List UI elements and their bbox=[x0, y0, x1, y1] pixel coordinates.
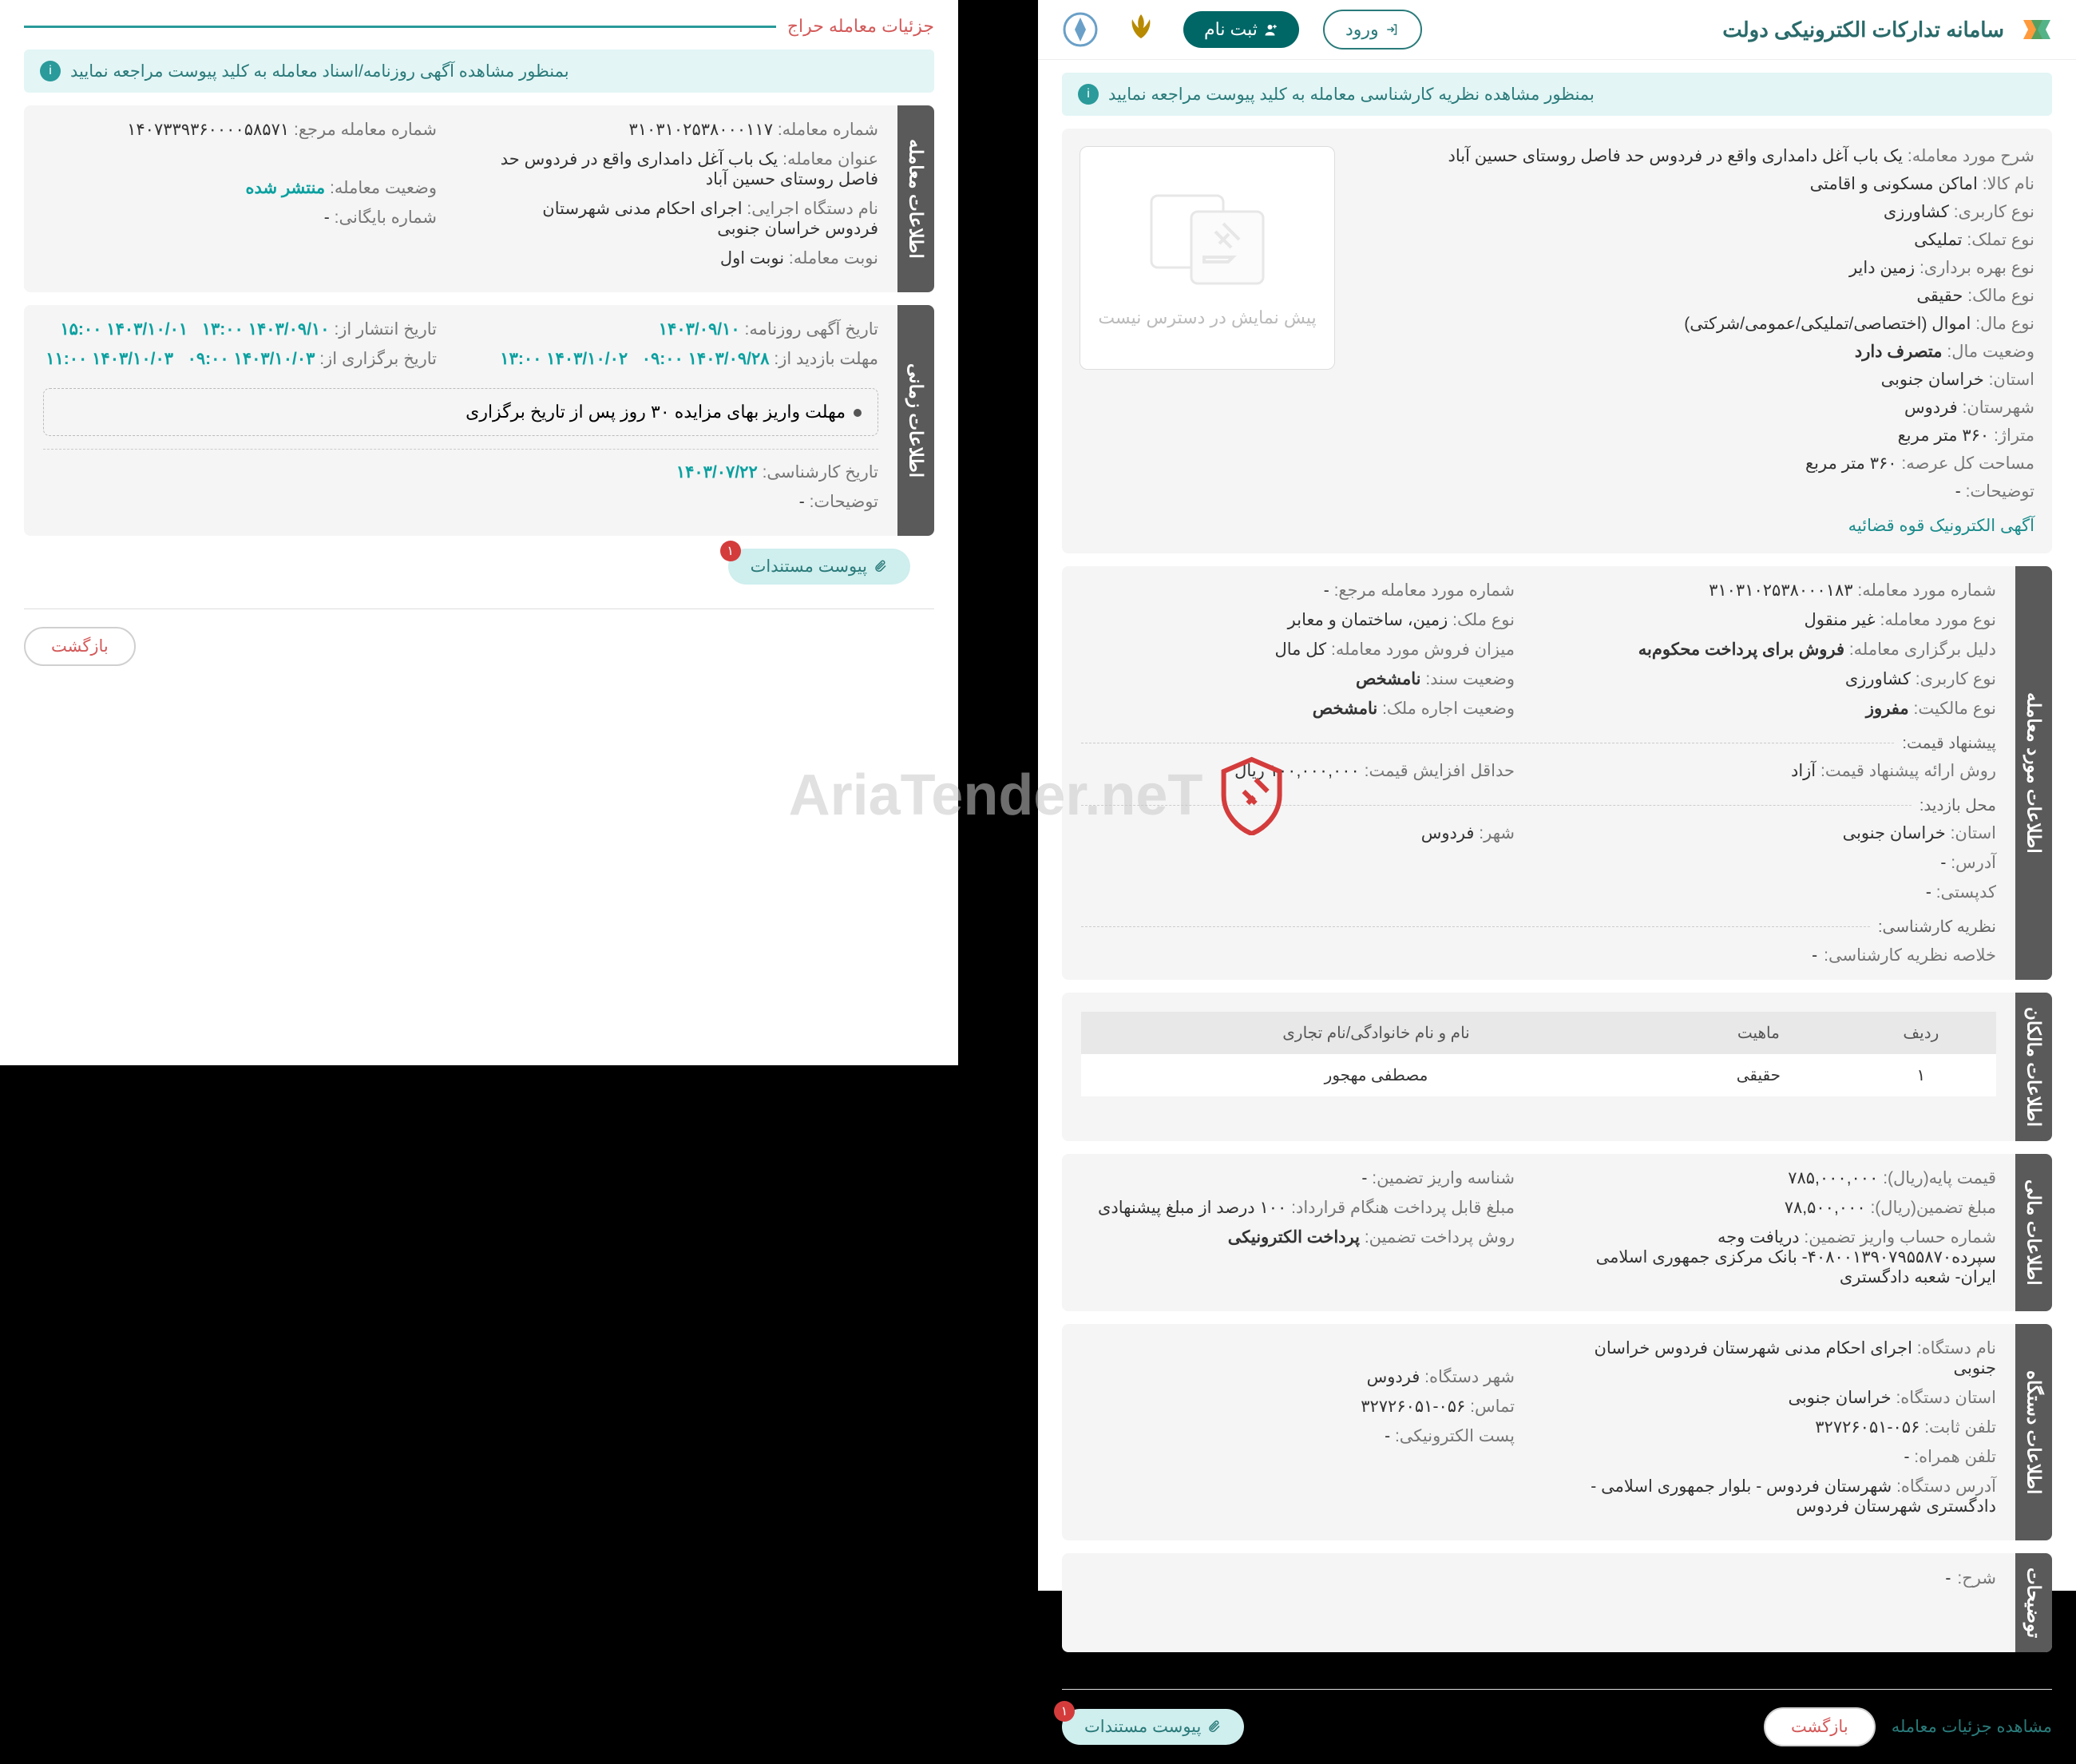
attachments-badge: ۱ bbox=[720, 541, 741, 561]
preview-thumbnail: پیش نمایش در دسترس نیست bbox=[1080, 146, 1335, 370]
time-card: اطلاعات زمانی تاریخ آگهی روزنامه: ۱۴۰۳/۰… bbox=[24, 305, 934, 536]
app-logo-icon bbox=[2020, 14, 2052, 46]
notes-tab: توضیحات bbox=[2015, 1553, 2052, 1652]
title-underline bbox=[24, 26, 776, 28]
deal-info-card: اطلاعات مورد معامله شماره مورد معامله: ۳… bbox=[1062, 566, 2052, 980]
table-row: ۱ حقیقی مصطفی مهجور bbox=[1081, 1054, 1996, 1096]
attachments-badge: ۱ bbox=[1054, 1701, 1075, 1722]
deal-simple-card: اطلاعات معامله شماره معامله: ۳۱۰۳۱۰۲۵۳۸۰… bbox=[24, 105, 934, 292]
info-banner: بمنظور مشاهده نظریه کارشناسی معامله به ک… bbox=[1062, 73, 2052, 116]
financial-card: اطلاعات مالی قیمت پایه(ریال): ۷۸۵,۰۰۰,۰۰… bbox=[1062, 1154, 2052, 1311]
back-button[interactable]: بازگشت bbox=[1764, 1707, 1876, 1746]
back-button-left[interactable]: بازگشت bbox=[24, 627, 136, 666]
attachments-button-left[interactable]: پیوست مستندات ۱ bbox=[728, 549, 910, 585]
iran-emblem-icon bbox=[1123, 11, 1159, 48]
view-details-button[interactable]: مشاهده جزئیات معامله bbox=[1892, 1717, 2052, 1737]
login-icon bbox=[1385, 22, 1400, 37]
page-title: جزئیات معامله حراج bbox=[787, 16, 934, 37]
owners-card: اطلاعات مالکان ردیف ماهیت نام و نام خانو… bbox=[1062, 993, 2052, 1141]
deal-simple-tab: اطلاعات معامله bbox=[897, 105, 934, 292]
app-title: سامانه تدارکات الکترونیکی دولت bbox=[1722, 18, 2004, 42]
notes-card: توضیحات شرح: - bbox=[1062, 1553, 2052, 1652]
signup-button[interactable]: ثبت نام bbox=[1183, 11, 1299, 48]
organization-tab: اطلاعات دستگاه bbox=[2015, 1324, 2052, 1540]
paperclip-icon bbox=[1207, 1720, 1222, 1734]
gavel-icon bbox=[1143, 188, 1271, 291]
judiciary-link[interactable]: آگهی الکترونیک قوه قضائیه bbox=[1354, 516, 2034, 536]
deposit-note: مهلت واریز بهای مزایده ۳۰ روز پس از تاری… bbox=[43, 388, 878, 436]
organization-card: اطلاعات دستگاه نام دستگاه: اجرای احکام م… bbox=[1062, 1324, 2052, 1540]
info-icon: i bbox=[40, 61, 61, 81]
attachments-button[interactable]: پیوست مستندات ۱ bbox=[1062, 1709, 1244, 1745]
info-icon: i bbox=[1078, 84, 1099, 105]
user-plus-icon bbox=[1264, 22, 1278, 37]
login-button[interactable]: ورود bbox=[1323, 10, 1422, 50]
app-header: سامانه تدارکات الکترونیکی دولت ورود ثبت … bbox=[1038, 0, 2076, 60]
org-emblem-icon bbox=[1062, 11, 1099, 48]
info-banner-left: بمنظور مشاهده آگهی روزنامه/اسناد معامله … bbox=[24, 50, 934, 93]
paperclip-icon bbox=[874, 560, 888, 574]
owners-table: ردیف ماهیت نام و نام خانوادگی/نام تجاری … bbox=[1081, 1012, 1996, 1096]
financial-tab: اطلاعات مالی bbox=[2015, 1154, 2052, 1311]
owners-tab: اطلاعات مالکان bbox=[2015, 993, 2052, 1141]
time-tab: اطلاعات زمانی bbox=[897, 305, 934, 536]
summary-block: شرح مورد معامله: یک باب آغل دامداری واقع… bbox=[1062, 129, 2052, 553]
deal-info-tab: اطلاعات مورد معامله bbox=[2015, 566, 2052, 980]
